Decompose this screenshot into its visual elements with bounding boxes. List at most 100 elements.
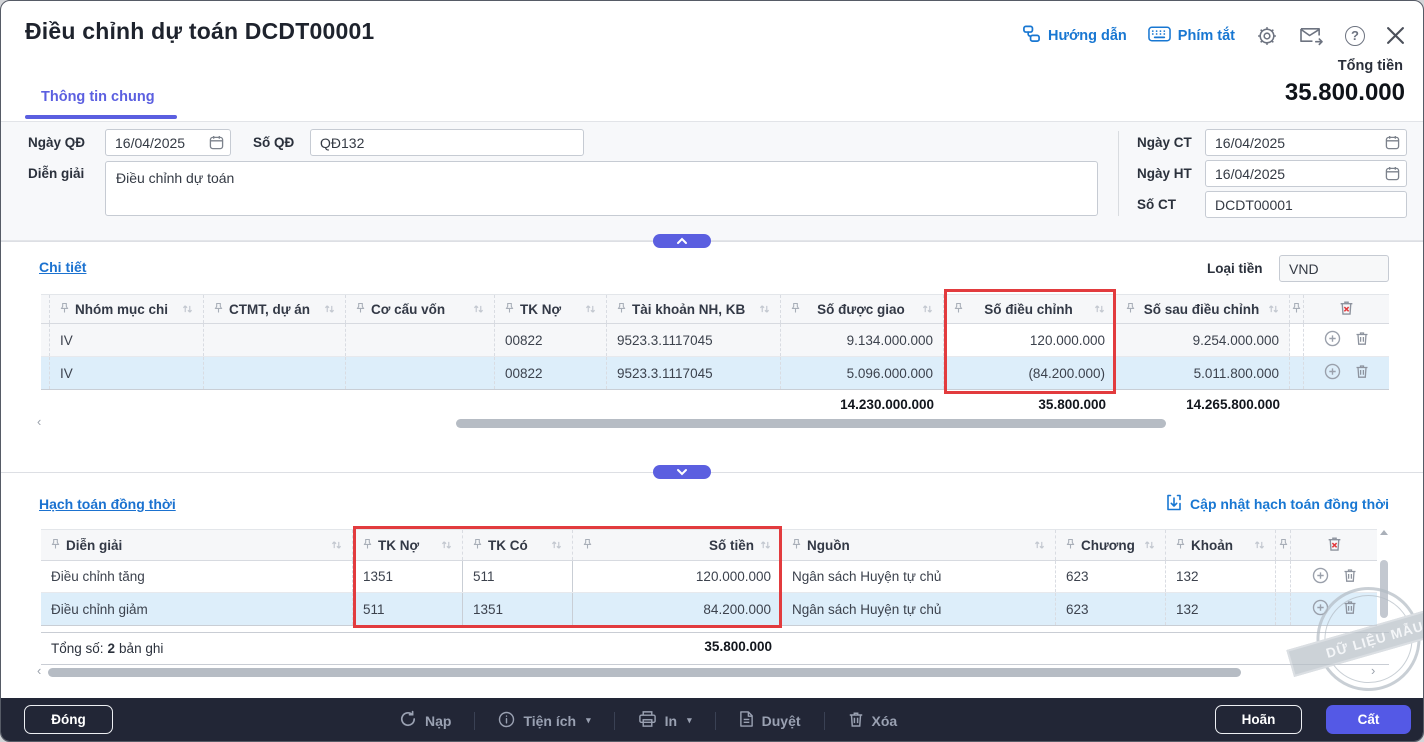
- pin-icon[interactable]: [1126, 302, 1135, 317]
- add-row-icon[interactable]: [1312, 599, 1329, 619]
- column-header-so-sau-dieu-chinh[interactable]: Số sau điều chỉnh: [1116, 295, 1290, 323]
- pin-icon[interactable]: [1176, 538, 1185, 553]
- shortcut-link[interactable]: Phím tắt: [1148, 26, 1235, 46]
- ngay-ht-input[interactable]: [1205, 160, 1407, 187]
- so-qd-input[interactable]: [310, 129, 584, 156]
- vscrollbar-thumb[interactable]: [1380, 560, 1388, 618]
- settings-icon[interactable]: [1256, 25, 1278, 47]
- delete-row-icon[interactable]: [1355, 364, 1369, 382]
- cell-so-tien[interactable]: 84.200.000: [573, 593, 782, 625]
- help-icon[interactable]: ?: [1345, 26, 1365, 46]
- column-header-tk-co[interactable]: TK Có: [463, 530, 573, 560]
- sort-icon[interactable]: [551, 538, 562, 553]
- simultaneous-row-1[interactable]: Điều chỉnh tăng 1351 511 120.000.000 Ngâ…: [41, 561, 1377, 593]
- guide-link[interactable]: Hướng dẫn: [1022, 24, 1127, 47]
- add-row-icon[interactable]: [1312, 567, 1329, 587]
- column-header-ctmt-du-an[interactable]: CTMT, dự án: [204, 295, 346, 323]
- column-header-pin-only[interactable]: [1276, 530, 1291, 560]
- pin-icon[interactable]: [363, 538, 372, 553]
- pin-icon[interactable]: [791, 302, 800, 317]
- hscrollbar-thumb[interactable]: [48, 668, 1241, 677]
- cell-so-dieu-chinh[interactable]: (84.200.000): [944, 357, 1116, 389]
- hscrollbar-thumb[interactable]: [456, 419, 1166, 428]
- mail-send-icon[interactable]: [1299, 25, 1324, 46]
- delete-all-rows-button[interactable]: [1291, 530, 1377, 560]
- pin-icon[interactable]: [473, 538, 482, 553]
- sort-icon[interactable]: [182, 302, 193, 317]
- dien-giai-textarea[interactable]: Điều chỉnh dự toán: [105, 161, 1098, 216]
- ngay-ct-input[interactable]: [1205, 129, 1407, 156]
- column-header-pin-only[interactable]: [1290, 295, 1304, 323]
- pin-icon[interactable]: [214, 302, 223, 317]
- pin-icon[interactable]: [51, 538, 60, 553]
- cell-tk-co[interactable]: 511: [463, 561, 573, 592]
- detail-row-1[interactable]: IV 00822 9523.3.1117045 9.134.000.000 12…: [41, 324, 1389, 357]
- approve-button[interactable]: Duyệt: [739, 710, 801, 731]
- sort-icon[interactable]: [1268, 302, 1279, 317]
- sort-icon[interactable]: [1144, 538, 1155, 553]
- column-header-tk-no[interactable]: TK Nợ: [495, 295, 607, 323]
- delete-row-icon[interactable]: [1355, 331, 1369, 349]
- detail-row-2[interactable]: IV 00822 9523.3.1117045 5.096.000.000 (8…: [41, 357, 1389, 390]
- sort-icon[interactable]: [1254, 538, 1265, 553]
- close-icon[interactable]: [1386, 26, 1405, 45]
- cell-so-dieu-chinh[interactable]: 120.000.000: [944, 324, 1116, 356]
- delete-button[interactable]: Xóa: [848, 711, 898, 731]
- column-header-co-cau-von[interactable]: Cơ cấu vốn: [346, 295, 495, 323]
- collapse-up-button[interactable]: [653, 234, 711, 248]
- pin-icon[interactable]: [617, 302, 626, 317]
- delete-row-icon[interactable]: [1343, 600, 1357, 618]
- sort-icon[interactable]: [760, 538, 771, 553]
- column-header-chuong[interactable]: Chương: [1056, 530, 1166, 560]
- save-button[interactable]: Cất: [1326, 705, 1411, 734]
- column-header-so-duoc-giao[interactable]: Số được giao: [781, 295, 944, 323]
- cell-tk-no[interactable]: 1351: [353, 561, 463, 592]
- scroll-up-arrow[interactable]: [1380, 530, 1388, 535]
- pin-icon[interactable]: [60, 302, 69, 317]
- so-ct-input[interactable]: [1205, 191, 1407, 218]
- delete-all-rows-button[interactable]: [1304, 295, 1389, 323]
- pin-icon[interactable]: [1066, 538, 1075, 553]
- collapse-down-button[interactable]: [653, 465, 711, 479]
- sort-icon[interactable]: [1094, 302, 1105, 317]
- sort-icon[interactable]: [922, 302, 933, 317]
- sort-icon[interactable]: [324, 302, 335, 317]
- chi-tiet-link[interactable]: Chi tiết: [39, 259, 86, 275]
- pin-icon[interactable]: [505, 302, 514, 317]
- scroll-left-arrow[interactable]: ‹: [37, 664, 41, 678]
- postpone-button[interactable]: Hoãn: [1215, 705, 1302, 734]
- reload-button[interactable]: Nạp: [399, 710, 451, 731]
- pin-icon[interactable]: [954, 302, 963, 317]
- sort-icon[interactable]: [473, 302, 484, 317]
- column-header-so-dieu-chinh[interactable]: Số điều chỉnh: [944, 295, 1116, 323]
- close-button[interactable]: Đóng: [24, 705, 113, 734]
- column-header-tk-no[interactable]: TK Nợ: [353, 530, 463, 560]
- scroll-left-arrow[interactable]: ‹: [37, 415, 41, 429]
- print-button[interactable]: In ▾: [638, 710, 692, 731]
- column-header-tai-khoan[interactable]: Tài khoản NH, KB: [607, 295, 781, 323]
- column-header-nguon[interactable]: Nguồn: [782, 530, 1056, 560]
- sort-icon[interactable]: [759, 302, 770, 317]
- cell-tk-co[interactable]: 1351: [463, 593, 573, 625]
- tab-thong-tin-chung[interactable]: Thông tin chung: [41, 89, 155, 105]
- column-header-khoan[interactable]: Khoản: [1166, 530, 1276, 560]
- column-header-so-tien[interactable]: Số tiền: [573, 530, 782, 560]
- add-row-icon[interactable]: [1324, 330, 1341, 350]
- delete-row-icon[interactable]: [1343, 568, 1357, 586]
- pin-icon[interactable]: [356, 302, 365, 317]
- utilities-button[interactable]: Tiện ích ▾: [498, 711, 590, 731]
- hach-toan-dong-thoi-link[interactable]: Hạch toán đồng thời: [39, 496, 176, 512]
- scroll-right-arrow[interactable]: ›: [1371, 664, 1375, 678]
- sort-icon[interactable]: [585, 302, 596, 317]
- cell-tk-no[interactable]: 511: [353, 593, 463, 625]
- sort-icon[interactable]: [1034, 538, 1045, 553]
- ngay-qd-input[interactable]: [105, 129, 231, 156]
- add-row-icon[interactable]: [1324, 363, 1341, 383]
- pin-icon[interactable]: [792, 538, 801, 553]
- column-header-dien-giai[interactable]: Diễn giải: [41, 530, 353, 560]
- sort-icon[interactable]: [331, 538, 342, 553]
- loai-tien-input[interactable]: [1279, 255, 1389, 282]
- cell-so-tien[interactable]: 120.000.000: [573, 561, 782, 592]
- column-header-nhom-muc-chi[interactable]: Nhóm mục chi: [50, 295, 204, 323]
- update-simultaneous-link[interactable]: Cập nhật hạch toán đồng thời: [1166, 494, 1389, 514]
